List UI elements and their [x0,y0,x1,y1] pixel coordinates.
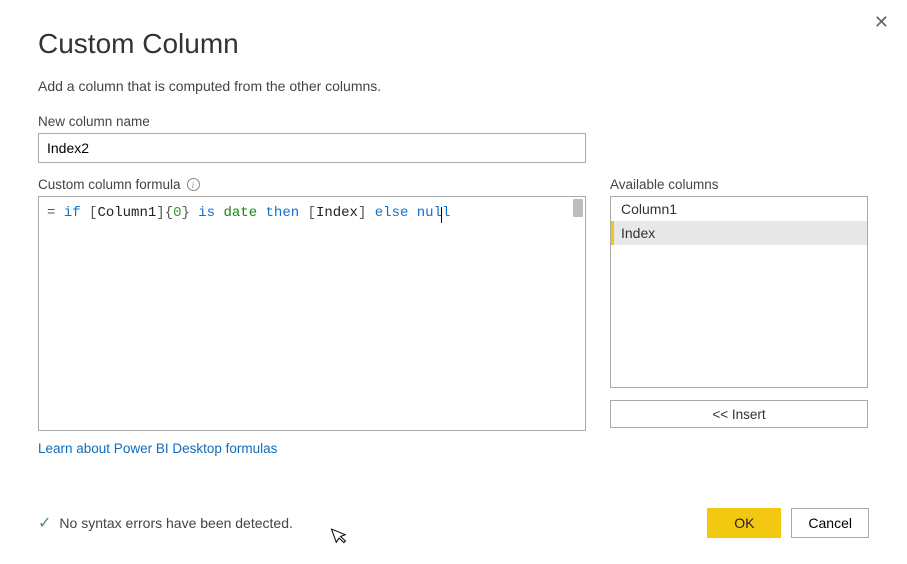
kw-is: is [198,205,215,221]
kw-null-part: l [442,205,450,221]
learn-formulas-link[interactable]: Learn about Power BI Desktop formulas [38,441,586,456]
dialog-title: Custom Column [38,28,869,60]
available-columns-label: Available columns [610,177,868,192]
status-message: No syntax errors have been detected. [59,515,292,531]
custom-column-dialog: Custom Column Add a column that is compu… [0,0,907,476]
check-icon: ✓ [38,513,51,533]
kw-null-part: nul [417,205,442,221]
ok-button[interactable]: OK [707,508,781,538]
cancel-button[interactable]: Cancel [791,508,869,538]
insert-button[interactable]: << Insert [610,400,868,428]
scrollbar-thumb[interactable] [573,199,583,217]
tok-column1: Column1 [97,205,156,221]
tok-bracket: [ [308,205,316,221]
tok-bracket: ] [358,205,366,221]
kw-then: then [266,205,300,221]
new-column-name-input[interactable] [38,133,586,163]
available-columns-list[interactable]: Column1 Index [610,196,868,388]
tok-bracket: ] [156,205,164,221]
dialog-subtitle: Add a column that is computed from the o… [38,78,869,94]
tok-index: Index [316,205,358,221]
formula-editor[interactable]: = if [Column1]{0} is date then [Index] e… [38,196,586,431]
new-column-name-label: New column name [38,114,869,129]
syntax-status: ✓ No syntax errors have been detected. [38,513,293,533]
list-item[interactable]: Column1 [611,197,867,221]
tok-brace: } [181,205,189,221]
kw-date: date [224,205,258,221]
kw-if: if [64,205,81,221]
list-item[interactable]: Index [611,221,867,245]
info-icon[interactable]: i [187,178,200,191]
close-icon[interactable]: ✕ [874,12,889,33]
tok-brace: { [165,205,173,221]
formula-prefix: = [47,205,64,221]
formula-label: Custom column formula i [38,177,586,192]
formula-label-text: Custom column formula [38,177,181,192]
kw-else: else [375,205,409,221]
